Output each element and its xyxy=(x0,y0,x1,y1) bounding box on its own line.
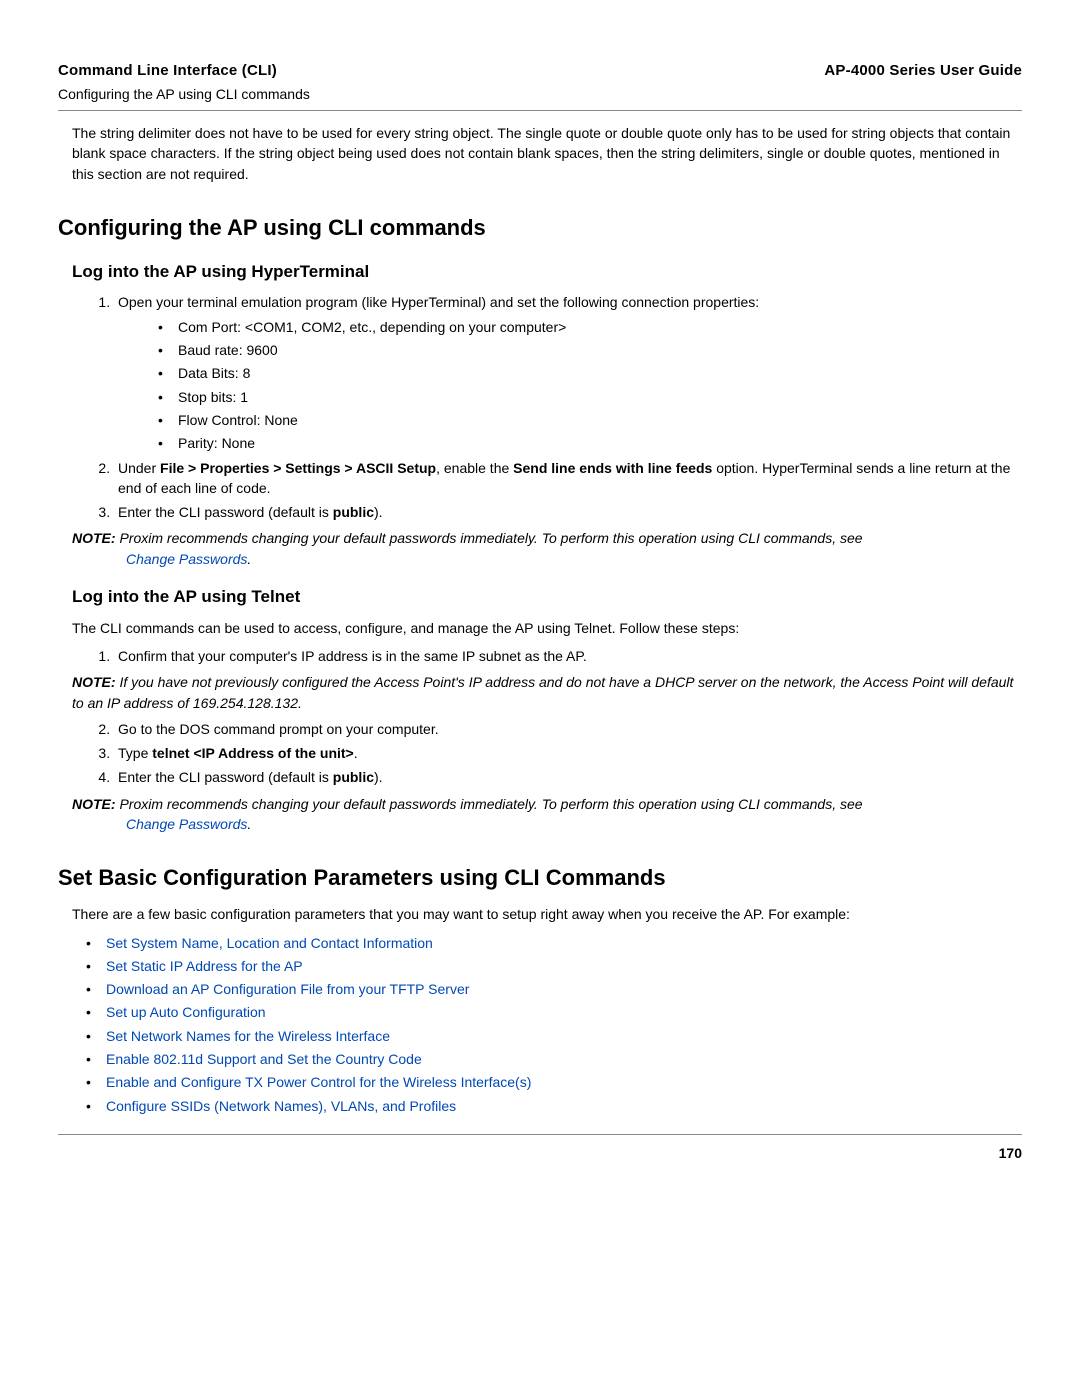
hyper-step-3-bold: public xyxy=(333,504,374,520)
basic-config-link-list: Set System Name, Location and Contact In… xyxy=(86,933,1022,1116)
telnet-steps: Confirm that your computer's IP address … xyxy=(114,646,1022,666)
hyperterminal-steps: Open your terminal emulation program (li… xyxy=(114,292,1022,522)
hyper-step-3-post: ). xyxy=(374,504,383,520)
header-divider xyxy=(58,110,1022,111)
list-item: Configure SSIDs (Network Names), VLANs, … xyxy=(86,1096,1022,1116)
telnet-intro: The CLI commands can be used to access, … xyxy=(72,618,1022,638)
hyper-step-2-pre: Under xyxy=(118,460,160,476)
prop-parity: Parity: None xyxy=(158,433,1022,453)
list-item: Enable 802.11d Support and Set the Count… xyxy=(86,1049,1022,1069)
hyper-step-3-pre: Enter the CLI password (default is xyxy=(118,504,333,520)
telnet-step-4-pre: Enter the CLI password (default is xyxy=(118,769,333,785)
list-item: Set Network Names for the Wireless Inter… xyxy=(86,1026,1022,1046)
hyper-step-3: Enter the CLI password (default is publi… xyxy=(114,502,1022,522)
link-auto-config[interactable]: Set up Auto Configuration xyxy=(106,1004,266,1020)
telnet-step-2: Go to the DOS command prompt on your com… xyxy=(114,719,1022,739)
telnet-step-3-post: . xyxy=(354,745,358,761)
hyper-step-2-mid: , enable the xyxy=(436,460,513,476)
prop-data-bits: Data Bits: 8 xyxy=(158,363,1022,383)
note-change-passwords-1: NOTE: Proxim recommends changing your de… xyxy=(72,528,1022,569)
subsection-hyperterminal: Log into the AP using HyperTerminal xyxy=(72,260,1022,285)
telnet-steps-cont: Go to the DOS command prompt on your com… xyxy=(114,719,1022,788)
note-label-2: NOTE: xyxy=(72,674,116,690)
list-item: Set up Auto Configuration xyxy=(86,1002,1022,1022)
telnet-step-4-post: ). xyxy=(374,769,383,785)
link-change-passwords-2[interactable]: Change Passwords xyxy=(126,816,247,832)
section-heading-configuring: Configuring the AP using CLI commands xyxy=(58,212,1022,244)
list-item: Set System Name, Location and Contact In… xyxy=(86,933,1022,953)
telnet-step-4: Enter the CLI password (default is publi… xyxy=(114,767,1022,787)
list-item: Set Static IP Address for the AP xyxy=(86,956,1022,976)
hyper-step-1-text: Open your terminal emulation program (li… xyxy=(118,294,759,310)
header-left: Command Line Interface (CLI) Configuring… xyxy=(58,60,310,104)
subsection-telnet: Log into the AP using Telnet xyxy=(72,585,1022,610)
hyper-step-2-path: File > Properties > Settings > ASCII Set… xyxy=(160,460,436,476)
telnet-step-3-bold: telnet <IP Address of the unit> xyxy=(152,745,353,761)
connection-properties-list: Com Port: <COM1, COM2, etc., depending o… xyxy=(158,317,1022,454)
note1-line2: Change Passwords. xyxy=(126,549,1022,569)
prop-baud-rate: Baud rate: 9600 xyxy=(158,340,1022,360)
section-heading-basic-config: Set Basic Configuration Parameters using… xyxy=(58,862,1022,894)
note1-text1: Proxim recommends changing your default … xyxy=(119,530,862,546)
note-ip-text: If you have not previously configured th… xyxy=(72,674,1013,710)
intro-paragraph: The string delimiter does not have to be… xyxy=(72,123,1022,184)
basic-config-intro: There are a few basic configuration para… xyxy=(72,904,1022,924)
note-label: NOTE: xyxy=(72,530,116,546)
hyper-step-2-option: Send line ends with line feeds xyxy=(513,460,712,476)
telnet-step-3: Type telnet <IP Address of the unit>. xyxy=(114,743,1022,763)
link-network-names[interactable]: Set Network Names for the Wireless Inter… xyxy=(106,1028,390,1044)
header-guide-title: AP-4000 Series User Guide xyxy=(824,60,1022,82)
link-ssid-vlan[interactable]: Configure SSIDs (Network Names), VLANs, … xyxy=(106,1098,456,1114)
footer-divider xyxy=(58,1134,1022,1135)
header-right: AP-4000 Series User Guide xyxy=(824,60,1022,82)
link-tx-power[interactable]: Enable and Configure TX Power Control fo… xyxy=(106,1074,531,1090)
telnet-step-1: Confirm that your computer's IP address … xyxy=(114,646,1022,666)
note-ip-default: NOTE: If you have not previously configu… xyxy=(72,672,1022,713)
link-set-system-name[interactable]: Set System Name, Location and Contact In… xyxy=(106,935,433,951)
note3-text2: . xyxy=(247,816,251,832)
hyper-step-2: Under File > Properties > Settings > ASC… xyxy=(114,458,1022,499)
prop-stop-bits: Stop bits: 1 xyxy=(158,387,1022,407)
note1-text2: . xyxy=(247,551,251,567)
link-80211d[interactable]: Enable 802.11d Support and Set the Count… xyxy=(106,1051,422,1067)
note-label-3: NOTE: xyxy=(72,796,116,812)
header-chapter-title: Command Line Interface (CLI) xyxy=(58,60,310,82)
telnet-step-4-bold: public xyxy=(333,769,374,785)
link-set-static-ip[interactable]: Set Static IP Address for the AP xyxy=(106,958,303,974)
prop-com-port: Com Port: <COM1, COM2, etc., depending o… xyxy=(158,317,1022,337)
note3-text1: Proxim recommends changing your default … xyxy=(119,796,862,812)
list-item: Download an AP Configuration File from y… xyxy=(86,979,1022,999)
list-item: Enable and Configure TX Power Control fo… xyxy=(86,1072,1022,1092)
link-download-config[interactable]: Download an AP Configuration File from y… xyxy=(106,981,469,997)
page-number: 170 xyxy=(58,1143,1022,1163)
telnet-step-3-pre: Type xyxy=(118,745,152,761)
page-header: Command Line Interface (CLI) Configuring… xyxy=(58,60,1022,104)
header-section-subtitle: Configuring the AP using CLI commands xyxy=(58,84,310,104)
note3-line2: Change Passwords. xyxy=(126,814,1022,834)
link-change-passwords-1[interactable]: Change Passwords xyxy=(126,551,247,567)
hyper-step-1: Open your terminal emulation program (li… xyxy=(114,292,1022,453)
prop-flow-control: Flow Control: None xyxy=(158,410,1022,430)
note-change-passwords-2: NOTE: Proxim recommends changing your de… xyxy=(72,794,1022,835)
